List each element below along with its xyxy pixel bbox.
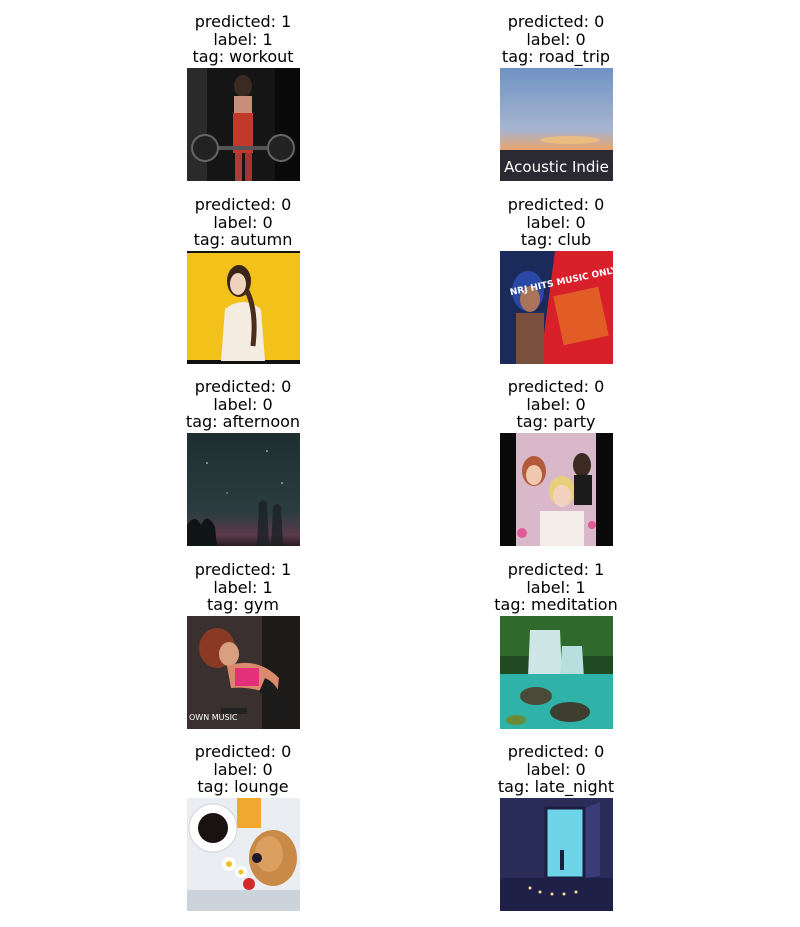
tag-text: tag: gym: [207, 595, 279, 614]
predicted-text: predicted: 0: [507, 377, 605, 396]
label-text: label: 0: [213, 394, 273, 414]
label-text: label: 1: [213, 577, 273, 597]
tag-text: tag: party: [516, 412, 596, 431]
grid-cell: predicted: 0 label: 0 tag: late_night: [476, 743, 636, 911]
tag-text: tag: workout: [192, 47, 294, 66]
grid-cell: predicted: 0 label: 0 tag: autumn: [163, 196, 323, 364]
label-text: label: 0: [526, 394, 586, 414]
party-group-photo: [499, 432, 613, 546]
grid-cell: predicted: 0 label: 0 tag: lounge: [163, 743, 323, 911]
night-sky-silhouettes-photo: [186, 432, 300, 546]
tag-text: tag: autumn: [193, 230, 293, 249]
predicted-text: predicted: 0: [507, 742, 605, 761]
tag-text: tag: afternoon: [185, 412, 301, 431]
predicted-text: predicted: 0: [194, 195, 292, 214]
grid-cell: predicted: 0 label: 0 tag: afternoon: [163, 378, 323, 546]
tag-text: tag: club: [520, 230, 592, 249]
label-text: label: 0: [526, 212, 586, 232]
predicted-text: predicted: 0: [194, 377, 292, 396]
sunset-sky-photo: Acoustic Indie: [499, 67, 613, 181]
label-text: label: 0: [526, 759, 586, 779]
predicted-text: predicted: 1: [507, 560, 605, 579]
cover-text: OWN MUSIC: [189, 713, 238, 722]
tag-text: tag: road_trip: [501, 47, 611, 66]
tag-text: tag: lounge: [197, 777, 289, 796]
woman-on-yellow-background-photo: [186, 250, 300, 364]
label-text: label: 0: [526, 29, 586, 49]
predicted-text: predicted: 1: [194, 560, 292, 579]
label-text: label: 1: [526, 577, 586, 597]
predicted-text: predicted: 0: [194, 742, 292, 761]
label-text: label: 0: [213, 759, 273, 779]
grid-cell: predicted: 1 label: 1 tag: meditation: [476, 561, 636, 729]
woman-with-dumbbell-photo: OWN MUSIC: [186, 615, 300, 729]
predicted-text: predicted: 0: [507, 195, 605, 214]
nrj-music-cover: NRJ HITS MUSIC ONLY 2021: [499, 250, 613, 364]
grid-cell: predicted: 1 label: 1 tag: gym OWN MUSIC: [163, 561, 323, 729]
grid-cell: predicted: 0 label: 0 tag: club NRJ HITS…: [476, 196, 636, 364]
woman-with-barbell-photo: [186, 67, 300, 181]
grid-cell: predicted: 0 label: 0 tag: road_trip Aco…: [476, 13, 636, 181]
coffee-breakfast-photo: [186, 797, 300, 911]
grid-cell: predicted: 1 label: 1 tag: workout: [163, 13, 323, 181]
grid-cell: predicted: 0 label: 0 tag: party: [476, 378, 636, 546]
predicted-text: predicted: 0: [507, 12, 605, 31]
waterfall-photo: [499, 615, 613, 729]
predicted-text: predicted: 1: [194, 12, 292, 31]
night-window-room-illustration: [499, 797, 613, 911]
label-text: label: 1: [213, 29, 273, 49]
tag-text: tag: meditation: [494, 595, 618, 614]
tag-text: tag: late_night: [497, 777, 615, 796]
cover-text: Acoustic Indie: [504, 158, 609, 176]
label-text: label: 0: [213, 212, 273, 232]
